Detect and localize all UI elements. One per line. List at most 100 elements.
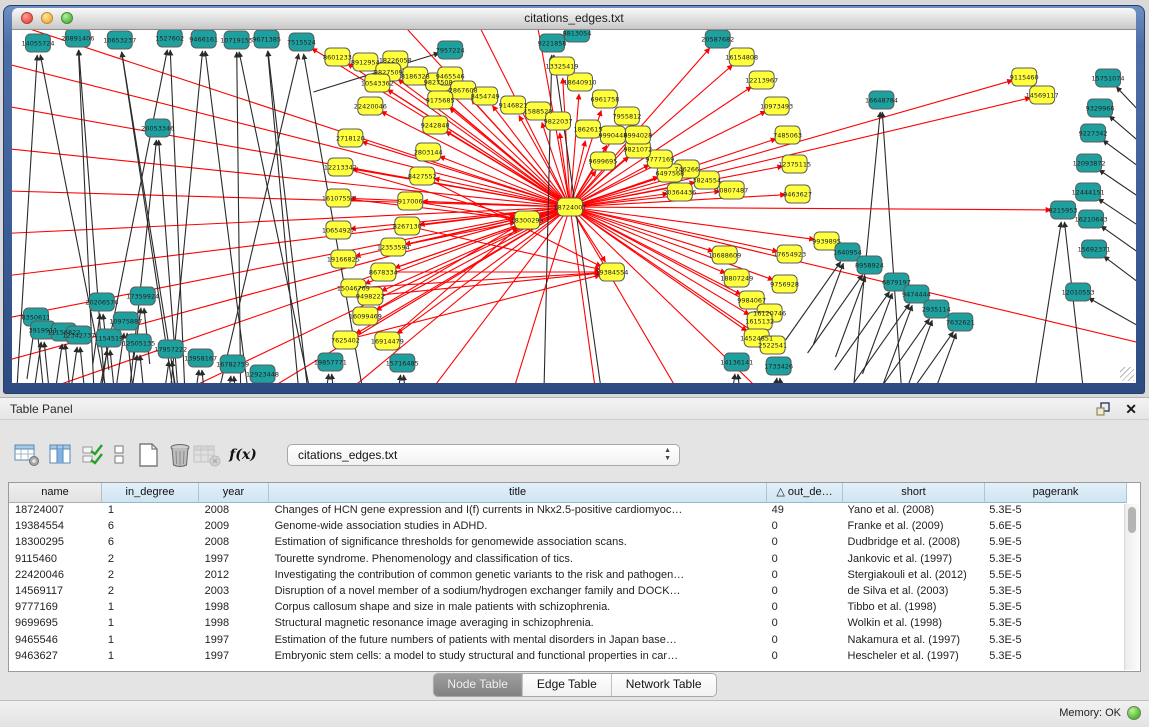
graph-edge[interactable] bbox=[70, 347, 77, 383]
table-cell[interactable]: 5.3E-5 bbox=[983, 633, 1125, 649]
graph-edge[interactable] bbox=[1116, 87, 1136, 114]
table-cell[interactable]: 2 bbox=[102, 552, 199, 568]
table-cell[interactable]: 2 bbox=[102, 568, 199, 584]
graph-edge[interactable] bbox=[162, 361, 169, 383]
table-cell[interactable]: 1997 bbox=[199, 633, 269, 649]
graph-edge[interactable] bbox=[570, 94, 579, 207]
network-window-titlebar[interactable]: citations_edges.txt bbox=[12, 8, 1136, 30]
table-cell[interactable]: 9699695 bbox=[9, 616, 102, 632]
table-cell[interactable]: 19384554 bbox=[9, 519, 102, 535]
table-cell[interactable]: 5.3E-5 bbox=[983, 584, 1125, 600]
table-cell[interactable]: Tibbo et al. (1998) bbox=[842, 600, 984, 616]
column-header-title[interactable]: title bbox=[269, 483, 767, 503]
graph-edge[interactable] bbox=[728, 374, 735, 383]
graph-edge[interactable] bbox=[237, 52, 241, 383]
graph-edge[interactable] bbox=[882, 305, 912, 383]
column-header-name[interactable]: name bbox=[9, 483, 102, 503]
graph-edge[interactable] bbox=[192, 370, 199, 383]
table-cell[interactable]: 0 bbox=[766, 633, 842, 649]
table-cell[interactable]: 5.9E-5 bbox=[983, 535, 1125, 551]
close-panel-icon[interactable]: ✕ bbox=[1125, 401, 1137, 417]
table-cell[interactable]: Investigating the contribution of common… bbox=[269, 568, 766, 584]
table-cell[interactable]: 9463627 bbox=[9, 649, 102, 665]
import-table-button[interactable] bbox=[193, 442, 221, 468]
tab-network-table[interactable]: Network Table bbox=[611, 674, 716, 696]
graph-edge[interactable] bbox=[65, 344, 71, 383]
table-cell[interactable]: 18724007 bbox=[9, 503, 102, 519]
table-cell[interactable]: 1 bbox=[102, 616, 199, 632]
table-cell[interactable]: 6 bbox=[102, 519, 199, 535]
table-cell[interactable]: Yano et al. (2008) bbox=[842, 503, 984, 519]
table-cell[interactable]: 18300295 bbox=[9, 535, 102, 551]
table-cell[interactable]: 0 bbox=[766, 535, 842, 551]
table-cell[interactable]: Embryonic stem cells: a model to study s… bbox=[269, 649, 766, 665]
graph-edge[interactable] bbox=[345, 275, 600, 340]
table-cell[interactable]: Hescheler et al. (1997) bbox=[842, 649, 984, 665]
table-row[interactable]: 977716911998Corpus callosum shape and si… bbox=[9, 600, 1125, 616]
graph-edge[interactable] bbox=[404, 375, 410, 383]
new-table-button[interactable] bbox=[136, 442, 164, 468]
graph-edge[interactable] bbox=[1035, 222, 1061, 383]
table-cell[interactable]: de Silva et al. (2003) bbox=[842, 584, 984, 600]
graph-edge[interactable] bbox=[12, 207, 570, 235]
table-cell[interactable]: Disruption of a novel member of a sodium… bbox=[269, 584, 766, 600]
column-header-pagerank[interactable]: pagerank bbox=[985, 483, 1127, 503]
resize-grip[interactable] bbox=[1120, 367, 1134, 381]
table-row[interactable]: 2242004622012Investigating the contribut… bbox=[9, 568, 1125, 584]
graph-edge[interactable] bbox=[1089, 298, 1136, 328]
table-cell[interactable]: 2008 bbox=[199, 503, 269, 519]
table-selector[interactable]: citations_edges.txt ▲▼ bbox=[287, 444, 680, 466]
table-cell[interactable]: 5.3E-5 bbox=[983, 600, 1125, 616]
graph-edge[interactable] bbox=[170, 50, 184, 383]
table-row[interactable]: 969969511998Structural magnetic resonanc… bbox=[9, 616, 1125, 632]
table-cell[interactable]: 2003 bbox=[199, 584, 269, 600]
table-cell[interactable]: 0 bbox=[766, 584, 842, 600]
graph-edge[interactable] bbox=[780, 378, 786, 383]
graph-edge[interactable] bbox=[140, 355, 146, 383]
graph-edge[interactable] bbox=[1104, 256, 1136, 285]
table-cell[interactable]: Estimation of the future numbers of pati… bbox=[269, 633, 766, 649]
graph-edge[interactable] bbox=[814, 263, 844, 344]
table-cell[interactable]: Tourette syndrome. Phenomenology and cla… bbox=[269, 552, 766, 568]
table-cell[interactable]: 1 bbox=[102, 503, 199, 519]
graph-edge[interactable] bbox=[171, 51, 203, 383]
table-cell[interactable]: Nakamura et al. (1997) bbox=[842, 633, 984, 649]
graph-edge[interactable] bbox=[570, 207, 1136, 350]
table-cell[interactable]: 2008 bbox=[199, 535, 269, 551]
graph-edge[interactable] bbox=[1109, 116, 1136, 144]
table-cell[interactable]: 1 bbox=[102, 600, 199, 616]
delete-table-button[interactable] bbox=[167, 442, 195, 468]
column-header-year[interactable]: year bbox=[199, 483, 269, 503]
graph-edge[interactable] bbox=[268, 51, 299, 383]
table-row[interactable]: 1830029562008Estimation of significance … bbox=[9, 535, 1125, 551]
table-cell[interactable]: 1997 bbox=[199, 649, 269, 665]
table-cell[interactable]: 5.6E-5 bbox=[983, 519, 1125, 535]
table-cell[interactable]: 2009 bbox=[199, 519, 269, 535]
table-row[interactable]: 911546021997Tourette syndrome. Phenomeno… bbox=[9, 552, 1125, 568]
table-cell[interactable]: 2012 bbox=[199, 568, 269, 584]
table-row[interactable]: 1456911722003Disruption of a novel membe… bbox=[9, 584, 1125, 600]
table-cell[interactable]: 0 bbox=[766, 568, 842, 584]
table-cell[interactable]: 9777169 bbox=[9, 600, 102, 616]
graph-edge[interactable] bbox=[770, 378, 777, 383]
table-cell[interactable]: Wolkin et al. (1998) bbox=[842, 616, 984, 632]
show-columns-button[interactable] bbox=[49, 442, 77, 468]
column-header-short[interactable]: short bbox=[843, 483, 985, 503]
graph-edge[interactable] bbox=[12, 55, 570, 207]
table-cell[interactable]: Jankovic et al. (1997) bbox=[842, 552, 984, 568]
table-row[interactable]: 946362711997Embryonic stem cells: a mode… bbox=[9, 649, 1125, 665]
graph-edge[interactable] bbox=[44, 342, 50, 383]
table-cell[interactable]: 2 bbox=[102, 584, 199, 600]
table-cell[interactable]: 6 bbox=[102, 535, 199, 551]
table-vertical-scrollbar[interactable] bbox=[1124, 504, 1139, 670]
table-cell[interactable]: Stergiakouli et al. (2012) bbox=[842, 568, 984, 584]
graph-edge[interactable] bbox=[122, 52, 176, 383]
table-cell[interactable]: 0 bbox=[766, 600, 842, 616]
table-cell[interactable]: 49 bbox=[766, 503, 842, 519]
table-cell[interactable]: Genome-wide association studies in ADHD. bbox=[269, 519, 766, 535]
table-cell[interactable]: Dudbridge et al. (2008) bbox=[842, 535, 984, 551]
table-row[interactable]: 1938455462009Genome-wide association stu… bbox=[9, 519, 1125, 535]
table-cell[interactable]: 1998 bbox=[199, 616, 269, 632]
graph-edge[interactable] bbox=[862, 293, 892, 374]
graph-edge[interactable] bbox=[12, 145, 570, 207]
